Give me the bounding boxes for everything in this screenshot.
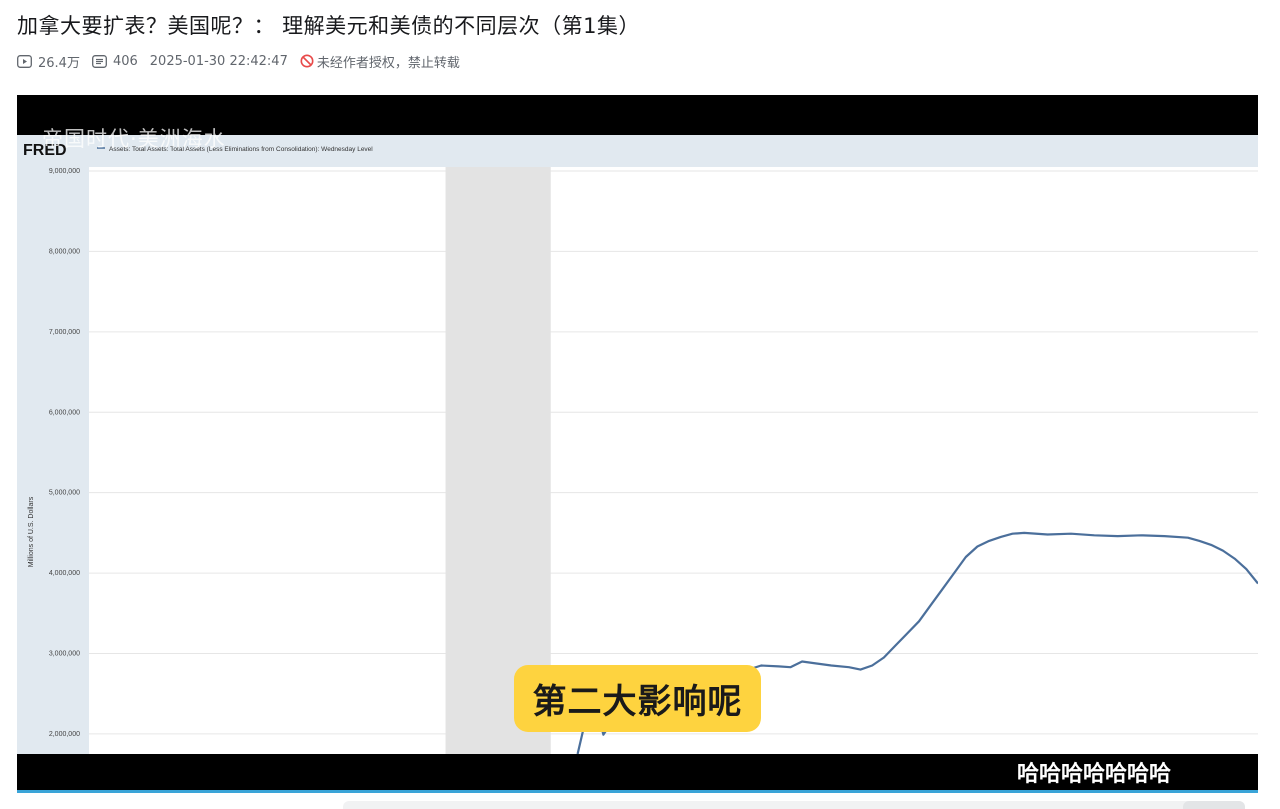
video-frame: FRED Assets: Total Assets: Total Assets …: [17, 135, 1258, 754]
danmaku-count: 406: [92, 54, 138, 69]
video-progress-bar[interactable]: [17, 790, 1258, 793]
copyright-notice-text: 未经作者授权，禁止转载: [316, 55, 460, 71]
y-tick-label: 5,000,000: [49, 490, 80, 497]
y-tick-label: 7,000,000: [49, 329, 80, 336]
view-count: 26.4万: [17, 52, 80, 71]
publish-time: 2025-01-30 22:42:47: [149, 53, 288, 69]
video-page: 加拿大要扩表？美国呢？： 理解美元和美债的不同层次（第1集） 26.4万 406…: [0, 0, 1280, 809]
y-tick-label: 8,000,000: [49, 248, 80, 255]
danmaku-count-text: 406: [112, 53, 138, 69]
y-tick-label: 3,000,000: [49, 650, 80, 657]
chart-axis-panel: [17, 135, 89, 754]
y-axis-label: Millions of U.S. Dollars: [28, 496, 35, 567]
bilibili-watermark-icon: [1166, 671, 1220, 725]
video-meta: 26.4万 406 2025-01-30 22:42:47 未经作者授权，禁止转…: [17, 52, 472, 71]
view-count-text: 26.4万: [38, 55, 80, 71]
y-tick-label: 9,000,000: [49, 168, 80, 175]
video-title: 加拿大要扩表？美国呢？： 理解美元和美债的不同层次（第1集）: [17, 14, 641, 38]
player-control-strip: [343, 801, 1245, 809]
copyright-notice: 未经作者授权，禁止转载: [300, 52, 460, 71]
no-reprint-icon: [300, 54, 314, 68]
danmaku-icon: [92, 54, 107, 68]
fred-chart: FRED Assets: Total Assets: Total Assets …: [17, 135, 1258, 754]
y-tick-label: 2,000,000: [49, 731, 80, 738]
send-danmaku-button[interactable]: [1183, 801, 1245, 809]
video-subtitle: 第二大影响呢: [514, 665, 761, 732]
y-tick-label: 4,000,000: [49, 570, 80, 577]
y-tick-label: 6,000,000: [49, 409, 80, 416]
play-count-icon: [17, 54, 32, 68]
video-watermark-text: 帝国时代·美洲海水: [42, 127, 226, 151]
